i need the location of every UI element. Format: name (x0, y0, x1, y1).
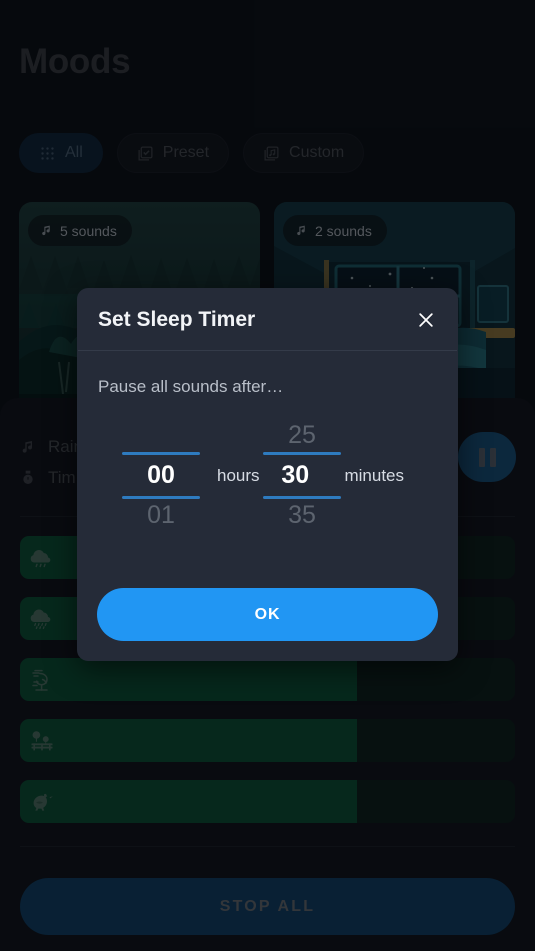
music-note-icon (42, 225, 50, 236)
mood-card-badge-label: 5 sounds (60, 222, 117, 239)
minutes-next-value[interactable]: 35 (288, 499, 316, 532)
close-icon (419, 313, 433, 327)
dialog-subtitle: Pause all sounds after… (98, 377, 284, 396)
mood-card-badge: 2 sounds (283, 215, 387, 246)
duration-picker: 00 hours 01 25 30 minutes 35 (77, 419, 458, 532)
hours-column[interactable]: 00 hours 01 (122, 419, 263, 532)
close-button[interactable] (410, 304, 442, 336)
hours-selected-value[interactable]: 00 (147, 455, 175, 496)
app-root: Moods All Preset Custom (0, 0, 535, 951)
dialog-title: Set Sleep Timer (98, 308, 256, 331)
minutes-prev-value[interactable]: 25 (288, 419, 316, 452)
mood-card-badge: 5 sounds (28, 215, 132, 246)
minutes-column[interactable]: 25 30 minutes 35 (263, 419, 404, 532)
hours-unit-label: hours (217, 465, 260, 485)
minutes-unit-label: minutes (344, 465, 404, 485)
mood-card-badge-label: 2 sounds (315, 222, 372, 239)
music-note-icon (297, 225, 305, 236)
ok-button[interactable]: OK (97, 588, 438, 641)
minutes-selected-value[interactable]: 30 (281, 455, 309, 496)
hours-next-value[interactable]: 01 (147, 499, 175, 532)
dialog-header: Set Sleep Timer (77, 288, 458, 350)
sleep-timer-dialog: Set Sleep Timer Pause all sounds after… … (77, 288, 458, 661)
